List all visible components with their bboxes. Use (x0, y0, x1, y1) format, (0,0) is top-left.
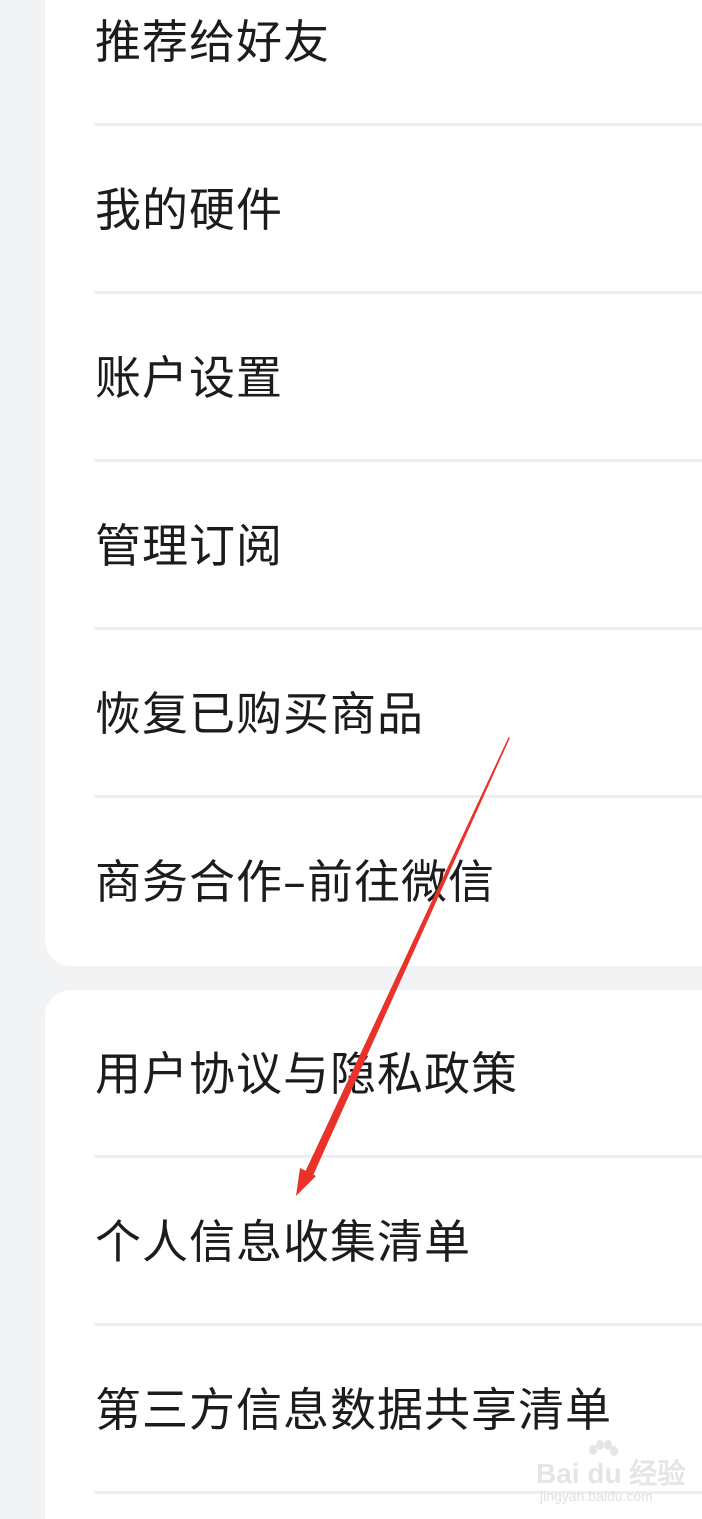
menu-item-label: 个人信息收集清单 (95, 1215, 471, 1269)
watermark-sub-text: jingyan.baidu.com (540, 1488, 653, 1504)
menu-item-business-cooperation[interactable]: 商务合作–前往微信 (45, 852, 702, 912)
menu-item-label: 商务合作–前往微信 (95, 855, 495, 909)
menu-item-label: 管理订阅 (95, 519, 283, 573)
menu-item-label: 我的硬件 (95, 183, 283, 237)
divider (94, 123, 702, 126)
menu-item-label: 账户设置 (95, 351, 283, 405)
menu-item-label: 用户协议与隐私政策 (95, 1047, 518, 1101)
watermark-main-text: Bai du 经验 (536, 1458, 686, 1489)
menu-item-manage-subscription[interactable]: 管理订阅 (45, 516, 702, 576)
divider (94, 1323, 702, 1326)
divider (94, 627, 702, 630)
baidu-jingyan-watermark: Bai du 经验 jingyan.baidu.com (536, 1440, 685, 1508)
settings-page: 推荐给好友 我的硬件 账户设置 管理订阅 恢复已购买商品 商务合作–前往微信 用… (0, 0, 702, 1519)
settings-card-main: 推荐给好友 我的硬件 账户设置 管理订阅 恢复已购买商品 商务合作–前往微信 (45, 0, 702, 966)
menu-item-label: 恢复已购买商品 (95, 687, 424, 741)
divider (94, 459, 702, 462)
divider (94, 1155, 702, 1158)
menu-item-label: 推荐给好友 (95, 15, 330, 69)
menu-item-personal-info-list[interactable]: 个人信息收集清单 (45, 1212, 702, 1272)
menu-item-restore-purchases[interactable]: 恢复已购买商品 (45, 684, 702, 744)
menu-item-my-hardware[interactable]: 我的硬件 (45, 180, 702, 240)
menu-item-user-agreement-privacy[interactable]: 用户协议与隐私政策 (45, 1044, 702, 1104)
menu-item-account-settings[interactable]: 账户设置 (45, 348, 702, 408)
menu-item-third-party-sharing-list[interactable]: 第三方信息数据共享清单 (45, 1380, 702, 1440)
menu-item-recommend-friends[interactable]: 推荐给好友 (45, 12, 702, 72)
divider (94, 291, 702, 294)
menu-item-label: 第三方信息数据共享清单 (95, 1383, 612, 1437)
divider (94, 795, 702, 798)
